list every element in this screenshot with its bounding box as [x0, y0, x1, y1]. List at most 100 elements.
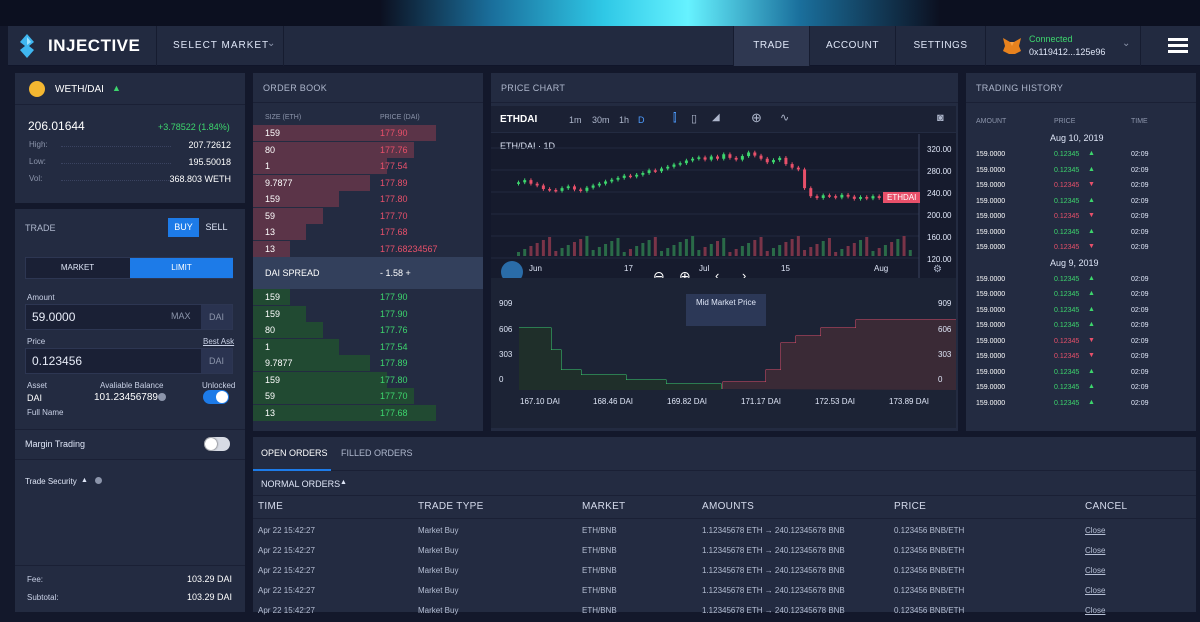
order-price: 177.90: [380, 308, 408, 319]
ask-row[interactable]: 13 177.68: [253, 224, 483, 240]
area-style-icon[interactable]: ◢: [712, 112, 720, 123]
history-row: 159.0000 0.12345 ▼ 02:09: [966, 242, 1196, 257]
tab-settings[interactable]: SETTINGS: [895, 26, 985, 66]
bid-row[interactable]: 59 177.70: [253, 388, 483, 404]
unlocked-toggle[interactable]: [203, 390, 229, 404]
order-cell: Market Buy: [418, 606, 459, 615]
dai-coin-icon: [29, 81, 45, 97]
price-label: Price: [27, 337, 46, 346]
bid-row[interactable]: 1 177.54: [253, 338, 483, 355]
interval-1m[interactable]: 1m: [569, 115, 582, 125]
tab-account[interactable]: ACCOUNT: [809, 26, 895, 66]
chart-symbol[interactable]: ETHDAI: [500, 114, 537, 125]
arrow-up-icon: ▲: [1088, 305, 1095, 313]
ask-row[interactable]: 59 177.70: [253, 207, 483, 224]
orders-tabs: OPEN ORDERS FILLED ORDERS: [253, 437, 1196, 471]
depth-y-tick-label: 0: [938, 375, 943, 384]
chart-settings-gear-icon[interactable]: ⚙: [933, 264, 942, 275]
tab-trade[interactable]: TRADE: [733, 26, 809, 66]
interval-30m[interactable]: 30m: [592, 115, 610, 125]
price-change: +3.78522 (1.84%): [158, 122, 230, 132]
volume-bar: [635, 246, 639, 256]
history-price: 0.12345: [1054, 306, 1080, 314]
volume-bar: [517, 252, 520, 256]
interval-d[interactable]: D: [638, 115, 645, 125]
margin-toggle[interactable]: [204, 437, 230, 451]
volume-bar: [641, 243, 645, 256]
interval-1h[interactable]: 1h: [619, 115, 629, 125]
order-price: 177.80: [380, 194, 408, 204]
fee-value: 103.29 DAI: [187, 574, 233, 584]
max-button[interactable]: MAX: [171, 311, 191, 321]
bar-style-icon[interactable]: ▯: [691, 112, 697, 125]
depth-bar: [253, 158, 387, 174]
ask-row[interactable]: 80 177.76: [253, 141, 483, 158]
close-order-link[interactable]: Close: [1085, 566, 1105, 575]
buy-button[interactable]: BUY: [168, 218, 199, 237]
bid-row[interactable]: 159 177.80: [253, 371, 483, 388]
normal-orders-filter[interactable]: NORMAL ORDERS: [261, 479, 340, 489]
order-price: 177.68234567: [380, 243, 438, 254]
volume-bar: [535, 243, 539, 256]
hamburger-menu-icon[interactable]: [1168, 38, 1188, 54]
wallet-button[interactable]: Connected 0x119412...125e96 ⌄: [985, 26, 1141, 66]
tab-open-orders[interactable]: OPEN ORDERS: [261, 448, 328, 458]
history-row: 159.0000 0.12345 ▲ 02:09: [966, 196, 1196, 211]
select-market-label: SELECT MARKET: [173, 40, 270, 51]
close-order-link[interactable]: Close: [1085, 546, 1105, 555]
tab-limit[interactable]: LIMIT: [130, 258, 233, 278]
candlestick-chart[interactable]: ETHDAI 1m 30m 1h D ⫿ ▯ ◢ ⊕ ∿ ◙ ETH/DAI ·…: [491, 106, 956, 284]
history-row: 159.0000 0.12345 ▲ 02:09: [966, 367, 1196, 382]
bid-row[interactable]: 159 177.90: [253, 289, 483, 305]
history-time: 02:09: [1131, 182, 1149, 189]
stat-label: High:: [29, 140, 48, 149]
candle-style-icon[interactable]: ⫿: [673, 112, 677, 125]
bid-row[interactable]: 9.7877 177.89: [253, 355, 483, 371]
y-tick-label: 120.00: [927, 255, 952, 264]
info-icon[interactable]: [95, 477, 102, 484]
volume-bar: [579, 239, 583, 256]
ask-row[interactable]: 13 177.68234567: [253, 240, 483, 257]
close-order-link[interactable]: Close: [1085, 606, 1105, 615]
history-date: Aug 10, 2019: [1050, 133, 1104, 143]
tab-market[interactable]: MARKET: [26, 258, 129, 278]
close-order-link[interactable]: Close: [1085, 586, 1105, 595]
camera-icon[interactable]: ◙: [937, 112, 944, 124]
bid-row[interactable]: 80 177.76: [253, 322, 483, 338]
order-type-toggle: MARKET LIMIT: [25, 257, 233, 279]
order-size: 80: [265, 144, 276, 155]
order-cell: Market Buy: [418, 546, 459, 555]
candle: [846, 194, 850, 197]
best-ask-link[interactable]: Best Ask: [203, 337, 234, 346]
depth-bar: [253, 322, 323, 338]
add-indicator-icon[interactable]: ⊕: [751, 110, 762, 126]
info-icon[interactable]: [158, 393, 166, 401]
bid-row[interactable]: 159 177.90: [253, 305, 483, 322]
spread-row: DAI SPREAD - 1.58 +: [253, 257, 483, 289]
arrow-up-icon: ▲: [1088, 227, 1095, 235]
tab-filled-orders[interactable]: FILLED ORDERS: [341, 448, 413, 458]
ask-row[interactable]: 9.7877 177.89: [253, 174, 483, 191]
compare-icon[interactable]: ∿: [780, 111, 789, 124]
order-cell: 0.123456 BNB/ETH: [894, 606, 965, 615]
ask-row[interactable]: 1 177.54: [253, 158, 483, 174]
close-order-link[interactable]: Close: [1085, 526, 1105, 535]
market-pair-header[interactable]: WETH/DAI ▲: [15, 73, 245, 105]
history-time: 02:09: [1131, 368, 1149, 376]
sell-button[interactable]: SELL: [201, 218, 232, 237]
candle: [834, 196, 838, 198]
history-row: 159.0000 0.12345 ▼ 02:09: [966, 211, 1196, 226]
volume-bar: [821, 241, 825, 256]
ask-row[interactable]: 159 177.90: [253, 125, 483, 141]
history-row: 159.0000 0.12345 ▲ 02:09: [966, 382, 1196, 397]
candle: [628, 175, 632, 178]
history-price: 0.12345: [1054, 275, 1080, 283]
volume-bar: [560, 248, 564, 256]
select-market-dropdown[interactable]: SELECT MARKET ⌄: [156, 26, 284, 66]
bid-row[interactable]: 13 177.68: [253, 404, 483, 421]
depth-chart[interactable]: 909 909 606 606 303 303 0 0 167.10 DAI 168.46 DAI…: [491, 278, 959, 428]
history-amount: 159.0000: [976, 182, 1006, 189]
ask-row[interactable]: 159 177.80: [253, 191, 483, 207]
trade-security-label[interactable]: Trade Security: [25, 477, 77, 486]
y-tick-label: 280.00: [927, 167, 952, 176]
